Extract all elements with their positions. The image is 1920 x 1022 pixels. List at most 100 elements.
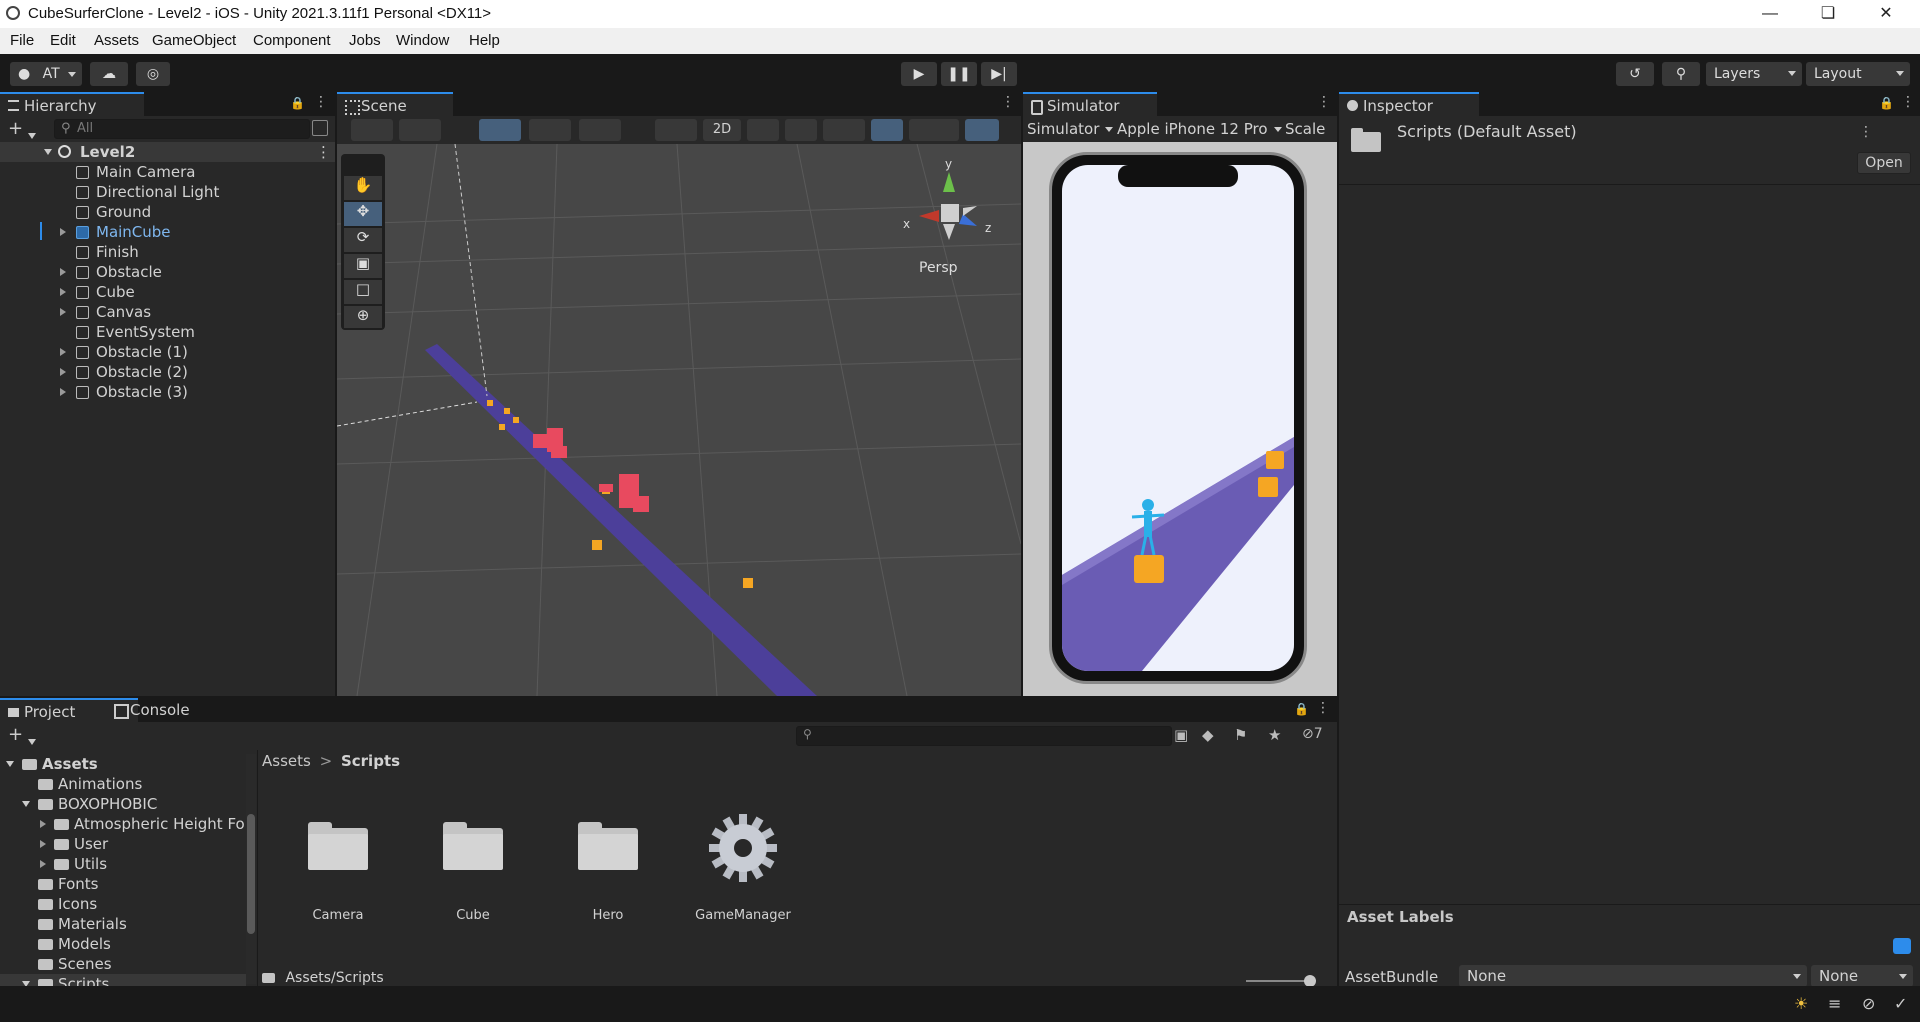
asset-item[interactable]: GameManager — [688, 808, 798, 938]
minimize-icon[interactable]: — — [1742, 0, 1798, 28]
project-tree-item[interactable]: Assets — [0, 754, 246, 774]
auto-refresh-icon[interactable]: ⊘ — [1862, 994, 1875, 1013]
hierarchy-item[interactable]: Main Camera — [0, 162, 335, 182]
variant-dropdown[interactable]: None — [1811, 965, 1913, 987]
kebab-menu-icon[interactable]: ⋮ — [1317, 94, 1331, 110]
scene-viewport[interactable]: y x z Persp — [337, 144, 1021, 696]
expand-arrow-icon[interactable] — [60, 268, 66, 276]
gizmos-icon[interactable] — [965, 119, 999, 141]
rotate-tool-icon[interactable]: ⟳ — [344, 228, 382, 252]
add-icon[interactable]: + — [8, 724, 23, 745]
chevron-down-icon[interactable] — [28, 732, 42, 750]
menu-gameobject[interactable]: GameObject — [152, 32, 236, 49]
breadcrumb-scripts[interactable]: Scripts — [341, 752, 400, 770]
kebab-menu-icon[interactable]: ⋮ — [1001, 94, 1015, 110]
open-button[interactable]: Open — [1857, 152, 1911, 174]
assetbundle-dropdown[interactable]: None — [1459, 965, 1807, 987]
pause-button[interactable]: ❚❚ — [941, 62, 977, 86]
hierarchy-item[interactable]: MainCube — [0, 222, 335, 242]
kebab-menu-icon[interactable]: ⋮ — [1901, 94, 1915, 110]
layout-dropdown[interactable]: Layout — [1806, 62, 1910, 86]
hierarchy-item[interactable]: Canvas — [0, 302, 335, 322]
expand-arrow-icon[interactable] — [6, 761, 14, 767]
project-tree-item[interactable]: Models — [0, 934, 246, 954]
menu-edit[interactable]: Edit — [50, 32, 76, 49]
project-tree-item[interactable]: Scenes — [0, 954, 246, 974]
breadcrumb-assets[interactable]: Assets — [262, 752, 311, 770]
align-icon[interactable] — [579, 119, 621, 141]
expand-arrow-icon[interactable] — [40, 820, 46, 828]
project-tree-item[interactable]: Icons — [0, 894, 246, 914]
menu-jobs[interactable]: Jobs — [349, 32, 381, 49]
scrollbar-thumb[interactable] — [247, 814, 255, 934]
search-scope-icon[interactable]: ▣ — [1174, 726, 1190, 744]
maximize-icon[interactable]: ❏ — [1800, 0, 1856, 28]
2d-toggle[interactable]: 2D — [703, 119, 741, 141]
layers-dropdown[interactable]: Layers — [1706, 62, 1802, 86]
expand-arrow-icon[interactable] — [60, 348, 66, 356]
menu-assets[interactable]: Assets — [94, 32, 139, 49]
step-button[interactable]: ▶| — [981, 62, 1017, 86]
simulator-mode-dropdown[interactable]: Simulator — [1027, 118, 1114, 140]
project-tree-item[interactable]: Utils — [0, 854, 246, 874]
kebab-menu-icon[interactable]: ⋮ — [1316, 700, 1330, 716]
hierarchy-item[interactable]: Directional Light — [0, 182, 335, 202]
expand-arrow-icon[interactable] — [60, 228, 66, 236]
tab-simulator[interactable]: Simulator — [1023, 92, 1157, 118]
lock-icon[interactable]: 🔒 — [1879, 96, 1894, 110]
favorite-icon[interactable]: ★ — [1268, 726, 1284, 744]
expand-arrow-icon[interactable] — [22, 801, 30, 807]
tab-console[interactable]: Console — [106, 698, 240, 722]
grid-snapping-icon[interactable] — [479, 119, 521, 141]
cloud-icon[interactable]: ☁ — [90, 62, 128, 86]
project-tree-item[interactable]: Materials — [0, 914, 246, 934]
project-tree-item[interactable]: BOXOPHOBIC — [0, 794, 246, 814]
lock-icon[interactable]: 🔒 — [290, 96, 305, 110]
transform-tool-icon[interactable]: ⊕ — [344, 306, 382, 328]
scene-row[interactable]: Level2 ⋮ — [0, 142, 335, 162]
hierarchy-item[interactable]: Obstacle — [0, 262, 335, 282]
asset-item[interactable]: Cube — [418, 808, 528, 938]
hierarchy-item[interactable]: Obstacle (2) — [0, 362, 335, 382]
game-view[interactable] — [1062, 165, 1294, 671]
hierarchy-search-input[interactable]: ⚲ All — [54, 119, 310, 139]
hand-tool-icon[interactable]: ✋ — [344, 176, 382, 200]
scale-tool-icon[interactable]: ▣ — [344, 254, 382, 278]
rect-tool-icon[interactable]: □ — [344, 280, 382, 304]
tab-scene[interactable]: Scene — [337, 92, 453, 118]
hidden-objects-icon[interactable] — [871, 119, 903, 141]
scene-menu-icon[interactable]: ⋮ — [316, 142, 331, 162]
menu-help[interactable]: Help — [469, 32, 500, 49]
hierarchy-item[interactable]: Finish — [0, 242, 335, 262]
tree-scrollbar[interactable] — [246, 754, 256, 984]
shading-icon[interactable] — [655, 119, 697, 141]
project-tree-item[interactable]: User — [0, 834, 246, 854]
increment-snap-icon[interactable] — [529, 119, 571, 141]
effects-icon[interactable] — [823, 119, 865, 141]
lighting-icon[interactable] — [747, 119, 779, 141]
project-tree-item[interactable]: Animations — [0, 774, 246, 794]
tab-hierarchy[interactable]: Hierarchy — [0, 92, 144, 118]
lock-icon[interactable]: 🔒 — [1294, 702, 1309, 716]
history-icon[interactable]: ↺ — [1616, 62, 1654, 86]
hidden-packages-toggle[interactable]: ⊘7 — [1302, 726, 1323, 744]
expand-arrow-icon[interactable] — [40, 840, 46, 848]
device-dropdown[interactable]: Apple iPhone 12 Pro — [1117, 118, 1282, 140]
account-dropdown[interactable]: ● AT — [10, 62, 82, 86]
check-icon[interactable]: ✓ — [1894, 994, 1907, 1013]
expand-arrow-icon[interactable] — [60, 388, 66, 396]
label-icon[interactable]: ⚑ — [1234, 726, 1250, 744]
add-icon[interactable]: + — [8, 118, 23, 139]
move-tool-icon[interactable]: ✥ — [344, 202, 382, 226]
asset-item[interactable]: Hero — [553, 808, 663, 938]
project-tree-item[interactable]: Fonts — [0, 874, 246, 894]
tab-inspector[interactable]: Inspector — [1339, 92, 1479, 118]
debug-mode-icon[interactable]: ☀ — [1794, 994, 1808, 1013]
filter-type-icon[interactable]: ◆ — [1202, 726, 1218, 744]
kebab-menu-icon[interactable]: ⋮ — [1859, 124, 1873, 140]
kebab-menu-icon[interactable]: ⋮ — [314, 94, 328, 110]
zoom-slider[interactable] — [1246, 975, 1316, 987]
hierarchy-item[interactable]: Obstacle (3) — [0, 382, 335, 402]
project-tree-item[interactable]: Atmospheric Height Fo — [0, 814, 246, 834]
menu-file[interactable]: File — [10, 32, 34, 49]
